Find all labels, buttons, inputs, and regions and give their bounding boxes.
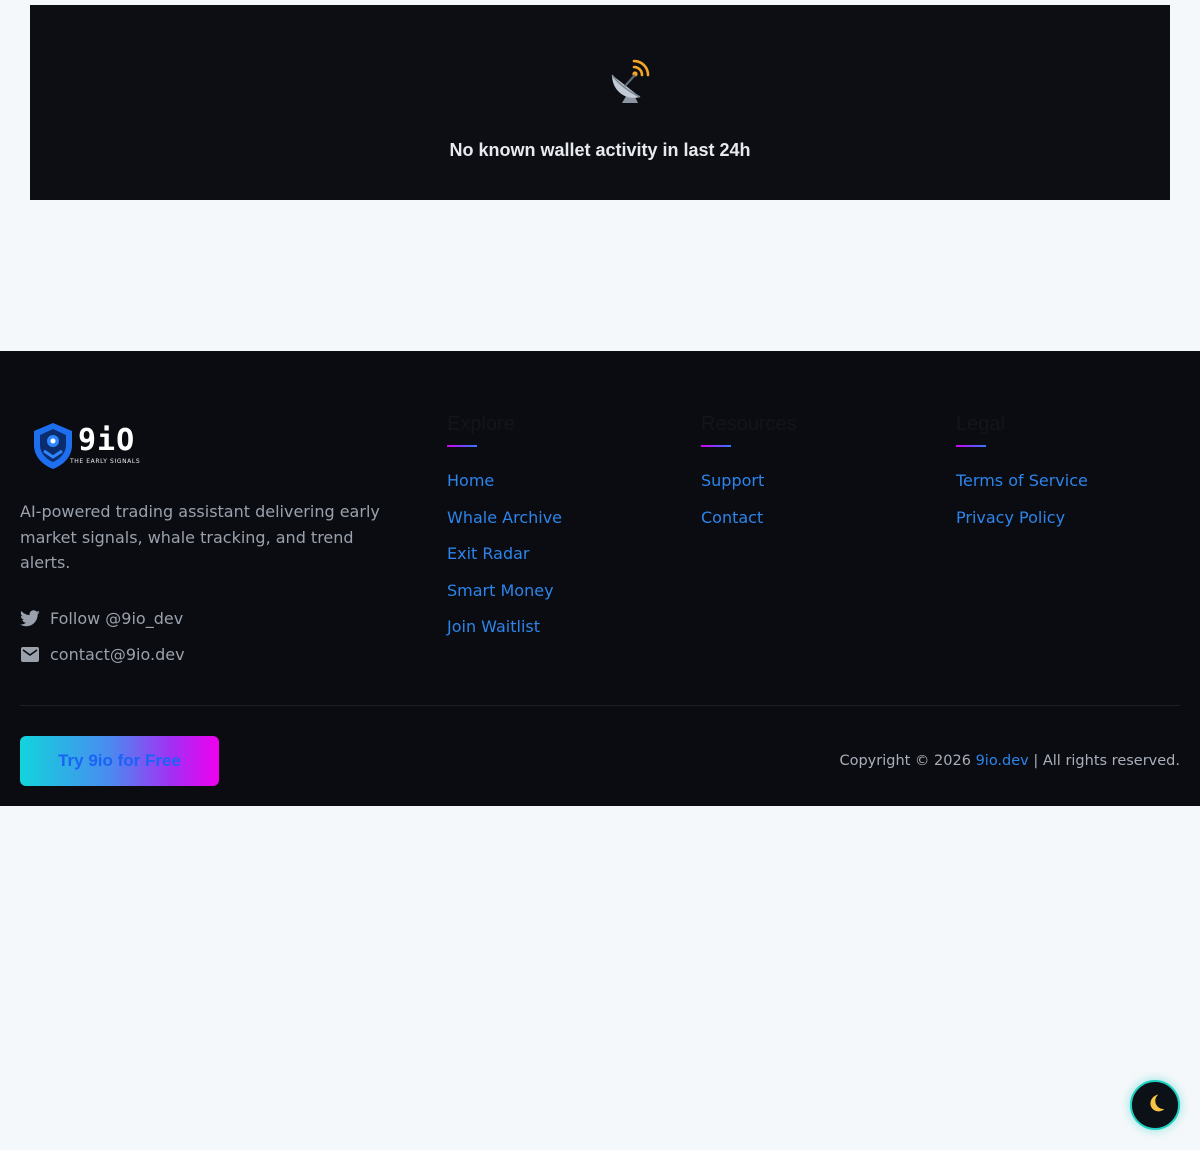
footer-link-smart-money[interactable]: Smart Money (447, 581, 554, 600)
empty-state-card: No known wallet activity in last 24h (30, 5, 1170, 200)
logo-tagline: THE EARLY SIGNALS (70, 458, 141, 465)
moon-icon (1143, 1091, 1167, 1119)
mail-icon (20, 645, 40, 665)
copyright-suffix: | All rights reserved. (1028, 753, 1180, 769)
copyright-notice: Copyright © 2026 9io.dev | All rights re… (839, 751, 1180, 771)
footer-link-whale-archive[interactable]: Whale Archive (447, 508, 562, 527)
column-title-underline (447, 445, 477, 447)
column-title-legal: Legal (956, 413, 1005, 435)
footer-link-contact[interactable]: Contact (701, 508, 763, 527)
footer-link-exit-radar[interactable]: Exit Radar (447, 544, 530, 563)
twitter-follow-text: Follow @9io_dev (50, 608, 184, 628)
satellite-dish-icon (608, 57, 652, 105)
resources-links: Support Contact (701, 471, 797, 544)
copyright-prefix: Copyright © 2026 (839, 753, 976, 769)
footer-divider (20, 705, 1180, 706)
explore-links: Home Whale Archive Exit Radar Smart Mone… (447, 471, 562, 654)
footer-column-legal: Legal Terms of Service Privacy Policy (956, 411, 1088, 544)
footer-column-resources: Resources Support Contact (701, 411, 797, 544)
footer-link-join-waitlist[interactable]: Join Waitlist (447, 617, 540, 636)
email-text: contact@9io.dev (50, 644, 185, 664)
theme-toggle-button[interactable] (1130, 1080, 1180, 1130)
footer-brand: 9iO THE EARLY SIGNALS AI-powered trading… (20, 421, 420, 665)
footer-column-explore: Explore Home Whale Archive Exit Radar Sm… (447, 411, 562, 654)
legal-links: Terms of Service Privacy Policy (956, 471, 1088, 544)
site-footer: 9iO THE EARLY SIGNALS AI-powered trading… (0, 351, 1200, 806)
footer-link-home[interactable]: Home (447, 471, 494, 490)
footer-link-terms-of-service[interactable]: Terms of Service (956, 471, 1088, 490)
brand-description: AI-powered trading assistant delivering … (20, 502, 380, 572)
footer-link-privacy-policy[interactable]: Privacy Policy (956, 508, 1065, 527)
twitter-follow-link[interactable]: Follow @9io_dev (20, 609, 420, 629)
empty-state-message: No known wallet activity in last 24h (449, 140, 751, 160)
footer-link-support[interactable]: Support (701, 471, 764, 490)
column-title-underline (701, 445, 731, 447)
logo-wordmark: 9iO (78, 423, 136, 458)
twitter-icon (20, 609, 40, 629)
column-title-explore: Explore (447, 413, 515, 435)
column-title-resources: Resources (701, 413, 797, 435)
copyright-site-link[interactable]: 9io.dev (976, 753, 1029, 769)
try-free-button[interactable]: Try 9io for Free (20, 736, 219, 786)
logo[interactable]: 9iO THE EARLY SIGNALS (30, 421, 142, 473)
email-contact-link[interactable]: contact@9io.dev (20, 645, 420, 665)
column-title-underline (956, 445, 986, 447)
